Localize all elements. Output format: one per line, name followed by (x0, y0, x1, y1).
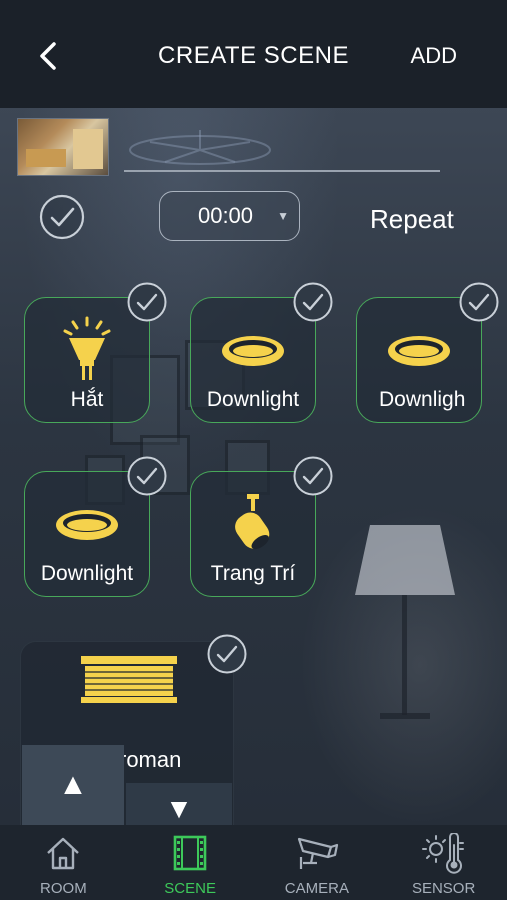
header-bar: CREATE SCENE ADD (0, 0, 507, 108)
film-icon (173, 835, 207, 871)
device-check-downlight-3[interactable] (126, 455, 168, 497)
tab-camera[interactable]: CAMERA (254, 825, 381, 900)
arrow-up-icon: ▲ (58, 768, 88, 801)
repeat-button[interactable]: Repeat (370, 204, 454, 235)
device-label: Downlight (206, 388, 300, 411)
home-icon (47, 837, 80, 870)
device-label: Downligh (379, 388, 466, 411)
tab-scene[interactable]: SCENE (127, 825, 254, 900)
device-check-hat[interactable] (126, 281, 168, 323)
add-button[interactable]: ADD (411, 43, 457, 69)
tab-room[interactable]: ROOM (0, 825, 127, 900)
spotlight-bulb-icon (63, 316, 111, 380)
time-value: 00:00 (197, 203, 254, 228)
tab-label: CAMERA (284, 880, 349, 897)
blind-up-button[interactable]: ▲ (22, 745, 124, 825)
downlight-icon (388, 336, 450, 366)
device-check-roman-blind[interactable] (206, 633, 248, 675)
tab-sensor[interactable]: SENSOR (380, 825, 507, 900)
device-check-downlight-2[interactable] (458, 281, 500, 323)
device-label: Hắt (70, 388, 104, 411)
device-label: Downlight (40, 562, 134, 585)
time-select[interactable]: 00:00 ▼ (159, 191, 300, 241)
track-light-icon (235, 494, 270, 550)
scene-enable-checkbox[interactable] (38, 193, 86, 241)
roman-blind-icon (81, 656, 177, 703)
downlight-icon (222, 336, 284, 366)
tab-label: ROOM (40, 880, 87, 897)
chevron-down-icon: ▼ (277, 209, 289, 223)
device-label: Trang Trí (210, 562, 296, 585)
arrow-down-icon: ▼ (165, 793, 193, 824)
blind-down-button[interactable]: ▼ (126, 783, 232, 825)
scene-name-input[interactable] (124, 140, 440, 172)
thermometer-sun-icon (421, 833, 464, 874)
device-label: roman (119, 747, 182, 772)
device-check-trang-tri[interactable] (292, 455, 334, 497)
scene-image-thumbnail[interactable] (17, 118, 109, 176)
tab-label: SCENE (164, 880, 216, 897)
device-check-downlight-1[interactable] (292, 281, 334, 323)
cctv-camera-icon (297, 837, 338, 869)
downlight-icon (56, 510, 118, 540)
bottom-tab-bar: ROOM SCENE CAMERA SENSOR (0, 825, 507, 900)
tab-label: SENSOR (411, 880, 476, 897)
